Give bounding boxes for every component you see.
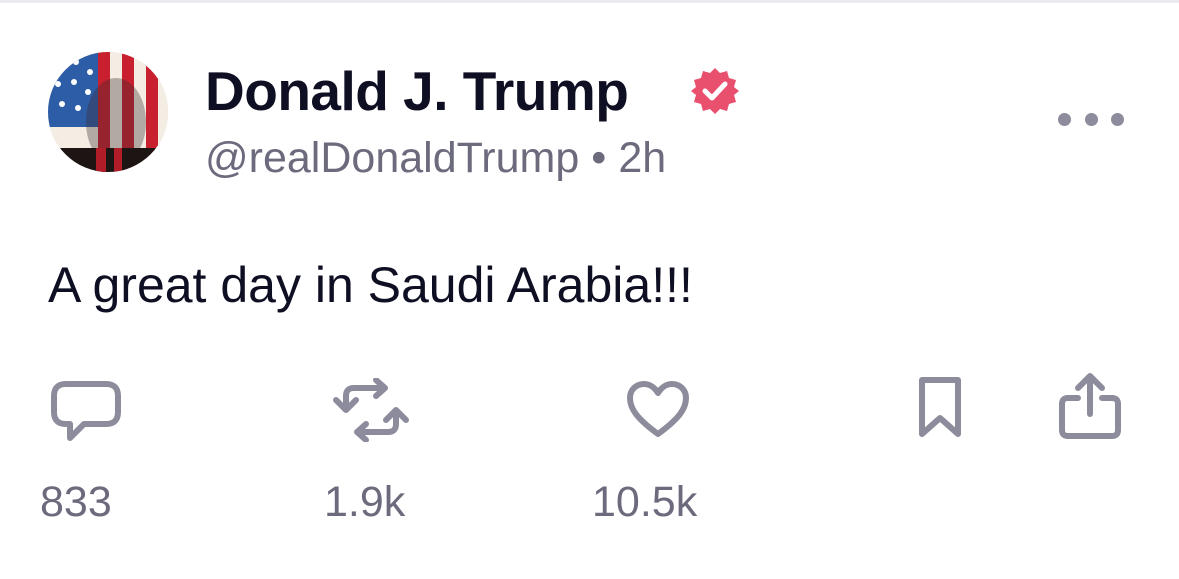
verified-badge-icon: [690, 66, 740, 116]
author-handle[interactable]: @realDonaldTrump: [205, 134, 579, 182]
bookmark-button[interactable]: [916, 376, 964, 440]
reply-button[interactable]: [50, 378, 122, 442]
meta-separator: •: [591, 134, 607, 182]
more-icon-dot: [1084, 112, 1098, 126]
share-icon: [1059, 373, 1121, 439]
more-icon-dot: [1111, 112, 1124, 126]
repost-icon: [333, 378, 409, 442]
avatar[interactable]: [48, 52, 168, 172]
handle-line: @realDonaldTrump • 2h: [205, 132, 666, 184]
more-options-button[interactable]: [1058, 104, 1124, 134]
reply-icon: [51, 381, 121, 441]
post-timestamp[interactable]: 2h: [618, 134, 666, 182]
repost-count: 1.9k: [324, 478, 406, 526]
like-button[interactable]: [626, 380, 690, 438]
heart-icon: [627, 381, 689, 437]
repost-button[interactable]: [332, 378, 410, 442]
like-count: 10.5k: [592, 478, 698, 526]
share-button[interactable]: [1058, 372, 1122, 440]
bookmark-icon: [919, 377, 961, 437]
top-divider: [0, 0, 1179, 3]
post-text: A great day in Saudi Arabia!!!: [48, 257, 693, 313]
more-icon: [1058, 112, 1071, 126]
flag-face-avatar-icon: [48, 52, 168, 172]
reply-count: 833: [40, 478, 112, 526]
author-display-name[interactable]: Donald J. Trump: [205, 58, 629, 124]
